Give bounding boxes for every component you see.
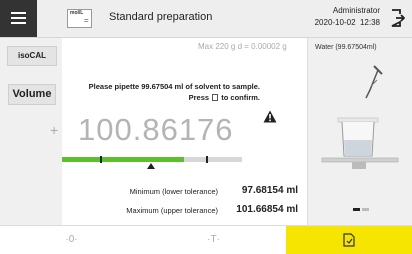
instruction-line-2: Press to confirm. [64,92,260,103]
upper-tolerance-tick [206,156,208,163]
weight-reading: 100.86176 [78,112,234,147]
max-tolerance-label: Maximum (upper tolerance) [126,206,218,215]
time: 12:38 [359,18,380,27]
instruction-confirm: to confirm. [221,93,260,102]
zero-button[interactable]: ·0· [0,226,143,254]
tolerance-bar-fill [62,157,185,162]
confirm-doc-icon [212,94,219,101]
tare-button[interactable]: ·T· [143,226,284,254]
component-label: Water (99.67504ml) [315,44,377,51]
instruction-line-1: Please pipette 99.67504 ml of solvent to… [88,82,260,91]
unit-icon-symbol: = [84,16,89,25]
sign-indicator: + [50,122,59,138]
logout-icon[interactable] [391,9,405,27]
lower-tolerance-tick [100,156,102,163]
document-confirm-icon [343,233,355,247]
method-title[interactable]: Standard preparation [109,11,212,23]
warning-icon [263,110,277,123]
min-tolerance-label: Minimum (lower tolerance) [129,187,218,196]
instruction-text: Please pipette 99.67504 ml of solvent to… [64,81,260,103]
instruction-press: Press [188,93,210,102]
target-pointer [147,163,155,169]
menu-button[interactable] [0,0,37,37]
page-dot-inactive[interactable] [362,208,369,211]
user-info: Administrator 2020-10-02 12:38 [315,5,380,29]
max-tolerance-value: 101.66854 ml [236,204,298,215]
right-panel: Water (99.67504ml) [308,38,412,225]
user-name: Administrator [332,6,380,15]
volume-button[interactable]: Volume [8,84,56,105]
date: 2020-10-02 [314,18,356,27]
pipette-beaker-illustration [321,65,399,169]
footer-bar: ·0· ·T· [0,225,412,254]
page-dot-active[interactable] [353,208,360,211]
capacity-info: Max 220 g d = 0.00002 g [198,42,287,51]
method-type-icon[interactable]: mol/L = [67,9,92,28]
tolerance-bar [62,156,242,163]
date-time: 2020-10-02 12:38 [315,17,380,29]
header-bar: mol/L = Standard preparation Administrat… [0,0,412,38]
finish-button[interactable] [286,226,412,254]
unit-icon-label: mol/L [70,10,84,16]
isocal-button[interactable]: isoCAL [7,46,57,66]
min-tolerance-value: 97.68154 ml [241,185,298,196]
